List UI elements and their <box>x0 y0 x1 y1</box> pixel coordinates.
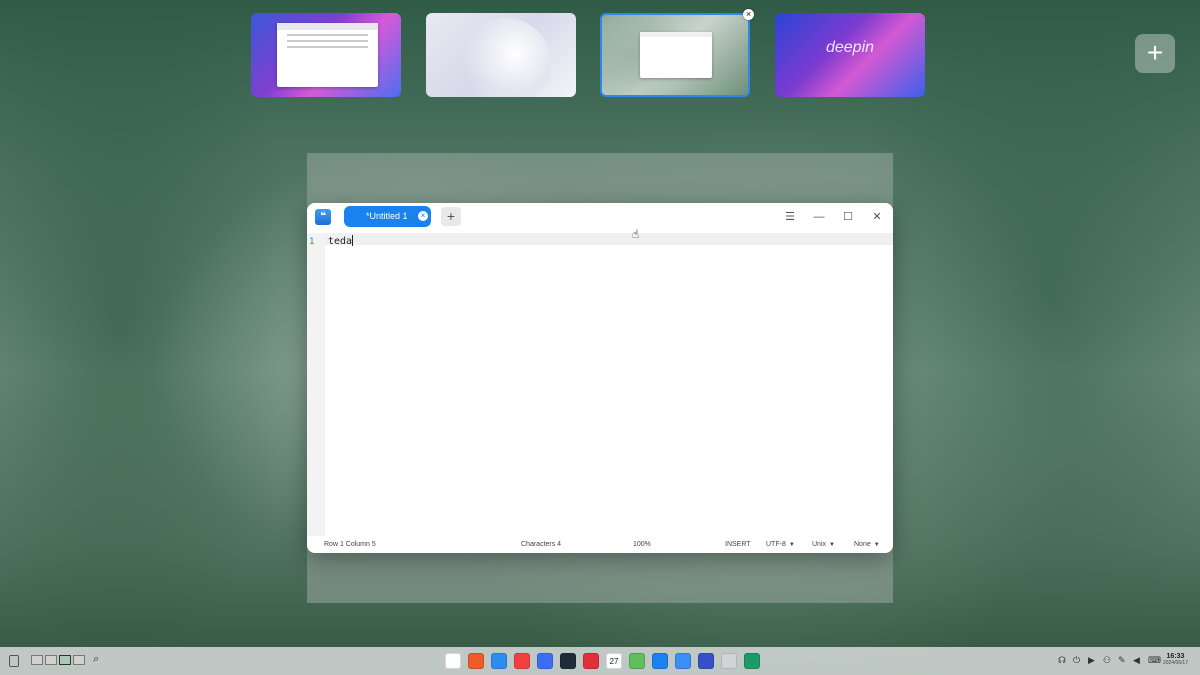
line-number: 1 <box>309 237 315 247</box>
workspace-switch-4[interactable] <box>73 655 85 665</box>
text-editor-app-icon: ❝ <box>315 209 331 225</box>
dock: ⌕ 27 ☊ ⏻ ▶ ⚇ ✎ ◀ ⌨ 16:33 2024/06/17 <box>0 647 1200 675</box>
workspace-switch-1[interactable] <box>31 655 43 665</box>
workspace-switch-3[interactable] <box>59 655 71 665</box>
editor-text[interactable]: teda <box>328 235 354 247</box>
maximize-icon[interactable]: ☐ <box>840 209 856 225</box>
calendar-icon[interactable]: 27 <box>606 653 622 669</box>
clock[interactable]: 16:33 2024/06/17 <box>1163 653 1188 666</box>
status-bar: Row 1 Column 5 Characters 4 100% INSERT … <box>307 536 893 553</box>
menu-icon[interactable]: ☰ <box>782 209 798 225</box>
terminal-icon[interactable] <box>560 653 576 669</box>
chevron-down-icon: ▼ <box>829 542 835 548</box>
close-workspace-icon[interactable]: × <box>743 9 754 20</box>
keyboard-icon[interactable]: ⌨ <box>1148 655 1161 666</box>
cursor-position: Row 1 Column 5 <box>324 541 376 548</box>
workspace-thumbnail-2[interactable] <box>426 13 576 97</box>
notification-icon[interactable]: ☊ <box>1058 655 1066 666</box>
text-editor-window: ❝ *Untitled 1 × + ☰ — ☐ ✕ 1 teda Row 1 C… <box>307 203 893 553</box>
archive-icon[interactable] <box>744 653 760 669</box>
launcher-icon[interactable] <box>445 653 461 669</box>
line-ending-selector[interactable]: Unix ▼ <box>812 541 835 548</box>
encoding-selector[interactable]: UTF-8 ▼ <box>766 541 795 548</box>
tab-untitled-1[interactable]: *Untitled 1 × <box>344 206 431 227</box>
pen-icon[interactable]: ✎ <box>1118 655 1126 666</box>
titlebar[interactable]: ❝ *Untitled 1 × + ☰ — ☐ ✕ <box>307 203 893 233</box>
add-workspace-button[interactable]: + <box>1135 34 1175 73</box>
trash-icon[interactable] <box>721 653 737 669</box>
workspace-thumbnail-4[interactable]: deepin <box>775 13 925 97</box>
close-icon[interactable]: ✕ <box>869 209 885 225</box>
close-tab-icon[interactable]: × <box>418 211 428 221</box>
editor-window-thumbnail <box>640 32 712 78</box>
tab-title: *Untitled 1 <box>366 211 408 221</box>
clock-date: 2024/06/17 <box>1162 660 1188 666</box>
text-caret <box>352 235 354 246</box>
minimize-icon[interactable]: — <box>811 209 827 225</box>
input-mode: INSERT <box>725 541 751 548</box>
clock-time: 16:33 <box>1166 653 1185 660</box>
wallpaper-swoosh <box>461 18 551 97</box>
text-editor-icon[interactable] <box>652 653 668 669</box>
character-count: Characters 4 <box>521 541 562 548</box>
browser-icon[interactable] <box>537 653 553 669</box>
app-store-icon[interactable] <box>468 653 484 669</box>
workspace-switch-2[interactable] <box>45 655 57 665</box>
workspace-thumbnail-1[interactable] <box>251 13 401 97</box>
deepin-logo: deepin <box>825 39 875 56</box>
highlight-selector[interactable]: None ▼ <box>854 541 880 548</box>
chevron-down-icon: ▼ <box>873 542 880 548</box>
current-line-highlight <box>325 233 893 245</box>
workspace-thumbnail-3[interactable] <box>600 13 750 97</box>
music-icon[interactable] <box>583 653 599 669</box>
new-tab-button[interactable]: + <box>441 207 461 226</box>
mail-icon[interactable] <box>514 653 530 669</box>
zoom-level: 100% <box>633 541 651 548</box>
network-icon[interactable]: ⚇ <box>1103 655 1111 666</box>
media-icon[interactable]: ▶ <box>1088 655 1095 666</box>
browser-window-thumbnail <box>277 23 378 87</box>
file-manager-icon[interactable] <box>491 653 507 669</box>
control-center-icon[interactable] <box>675 653 691 669</box>
search-icon[interactable]: ⌕ <box>93 653 109 669</box>
settings-icon[interactable] <box>698 653 714 669</box>
power-icon[interactable]: ⏻ <box>1073 655 1080 666</box>
mouse-pointer-icon: ☝ <box>632 227 640 241</box>
volume-icon[interactable]: ◀ <box>1133 655 1140 666</box>
chevron-down-icon: ▼ <box>788 542 795 548</box>
clipboard-icon[interactable] <box>9 655 19 667</box>
text-area[interactable]: 1 teda <box>307 233 893 536</box>
line-number-gutter: 1 <box>307 233 325 536</box>
image-viewer-icon[interactable] <box>629 653 645 669</box>
